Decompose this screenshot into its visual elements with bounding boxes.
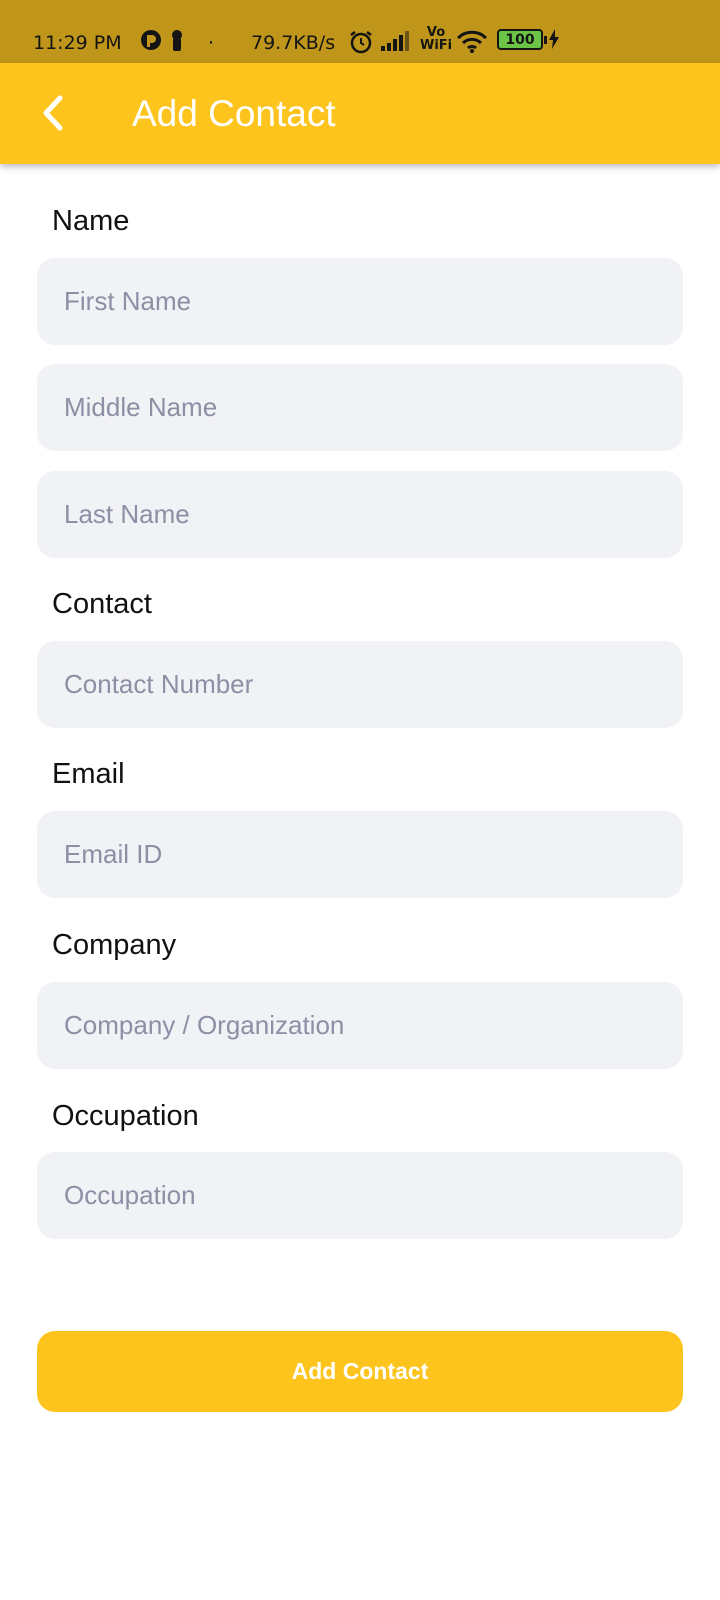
signal-icon [381, 29, 415, 51]
chevron-left-icon [43, 95, 63, 131]
middle-name-input[interactable] [37, 364, 683, 451]
net-speed: 79.7KB/s [251, 32, 336, 54]
email-input[interactable] [37, 811, 683, 898]
company-section-label: Company [52, 929, 177, 961]
status-bar: 11:29 PM · 79.7KB/s Vo WiFi 100 [0, 0, 720, 63]
status-time: 11:29 PM [33, 32, 122, 54]
back-button[interactable] [28, 89, 76, 137]
contact-section-label: Contact [52, 588, 152, 620]
status-dot: · [208, 32, 215, 54]
charging-icon [548, 29, 560, 49]
occupation-section-label: Occupation [52, 1100, 199, 1132]
vowifi-bottom: WiFi [420, 38, 453, 53]
notification-icon [140, 29, 162, 51]
name-section-label: Name [52, 205, 130, 237]
contact-number-input[interactable] [37, 641, 683, 728]
last-name-input[interactable] [37, 471, 683, 558]
page-title: Add Contact [132, 93, 336, 134]
email-section-label: Email [52, 758, 125, 790]
battery-level: 100 [497, 29, 543, 50]
add-contact-button[interactable]: Add Contact [37, 1331, 683, 1412]
vowifi-indicator: Vo WiFi [420, 26, 452, 52]
security-icon [168, 29, 186, 53]
wifi-icon [456, 29, 488, 53]
first-name-input[interactable] [37, 258, 683, 345]
app-bar: Add Contact [0, 63, 720, 164]
alarm-icon [348, 29, 374, 55]
company-input[interactable] [37, 982, 683, 1069]
occupation-input[interactable] [37, 1152, 683, 1239]
battery-icon: 100 [497, 29, 547, 50]
